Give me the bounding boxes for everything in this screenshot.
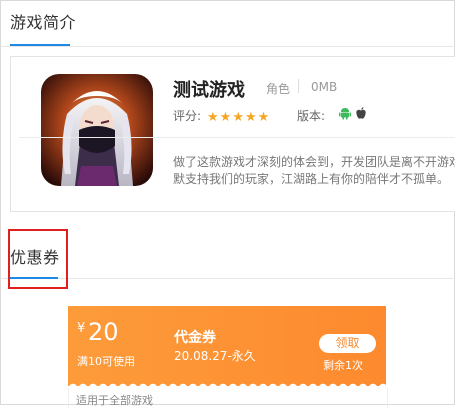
star-icon: ★: [257, 110, 270, 125]
claim-button[interactable]: 领取: [319, 334, 376, 353]
rating-stars: ★★★★★: [207, 106, 270, 125]
star-icon: ★: [219, 110, 232, 125]
star-icon: ★: [244, 110, 257, 125]
intro-section-header: 游戏简介: [0, 0, 453, 47]
highlight-box: [8, 229, 68, 289]
coupon-remaining: 剩余1次: [323, 359, 363, 372]
coupon-wave-edge: [68, 378, 386, 388]
apple-icon: [356, 107, 366, 119]
coupon-validity: 20.08.27-永久: [174, 349, 256, 363]
game-title: 测试游戏: [173, 80, 245, 101]
coupon-currency: ¥: [77, 321, 86, 336]
rating-label: 评分:: [173, 109, 202, 123]
game-avatar-icon[interactable]: [41, 74, 153, 186]
intro-tab-underline: [10, 44, 70, 46]
game-category: 角色: [266, 82, 291, 96]
meta-divider: [298, 79, 299, 93]
description-divider: [19, 137, 455, 138]
coupon-type: 代金券: [174, 330, 216, 346]
game-description-line1: 做了这款游戏才深刻的体会到，开发团队是离不开游戏: [173, 155, 455, 169]
coupon-amount: 20: [88, 318, 119, 346]
game-size: 0MB: [311, 80, 338, 94]
star-icon: ★: [232, 110, 244, 125]
coupon-condition: 满10可使用: [77, 355, 135, 368]
intro-section-title: 游戏简介: [10, 13, 77, 32]
game-description-line2: 默支持我们的玩家，江湖路上有你的陪伴才不孤单。: [173, 172, 450, 186]
game-info-card: 测试游戏 角色 0MB 评分: ★★★★★ 版本: 做了这款游戏才深刻的体会到，…: [10, 56, 455, 212]
coupon-scope: 适用于全部游戏: [76, 394, 153, 407]
star-icon: ★: [207, 110, 219, 125]
android-icon: [339, 108, 351, 120]
version-label: 版本:: [297, 109, 326, 123]
